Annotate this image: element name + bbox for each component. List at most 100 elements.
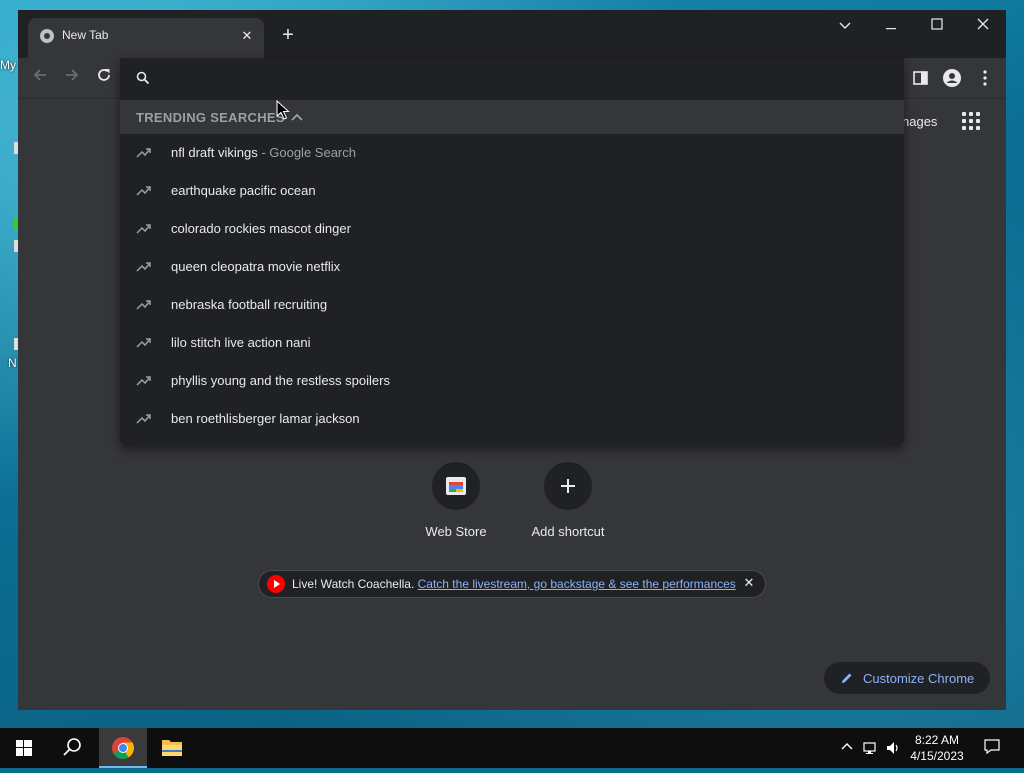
new-tab-button[interactable]: + xyxy=(276,24,300,48)
promo-text: Live! Watch Coachella. Catch the livestr… xyxy=(292,577,736,591)
suggestion-query: queen cleopatra movie netflix xyxy=(171,259,341,274)
youtube-icon xyxy=(267,575,285,593)
trending-searches-header[interactable]: TRENDING SEARCHES xyxy=(120,100,904,134)
profile-button[interactable] xyxy=(938,64,966,92)
suggestion-query: nebraska football recruiting xyxy=(171,297,328,312)
trending-icon xyxy=(136,338,151,348)
search-button[interactable] xyxy=(48,728,96,768)
trending-icon xyxy=(136,300,151,310)
suggestion-item[interactable]: phyllis young and the restless spoilers xyxy=(120,362,904,400)
promo-close-icon[interactable]: ✕ xyxy=(741,575,757,591)
shortcut-label: Add shortcut xyxy=(531,524,605,539)
trending-icon xyxy=(136,262,151,272)
side-panel-icon xyxy=(913,71,928,85)
tab-strip: New Tab ✕ + xyxy=(18,10,1006,58)
side-panel-button[interactable] xyxy=(906,64,934,92)
suggestion-query: ben roethlisberger lamar jackson xyxy=(171,411,360,426)
trending-icon xyxy=(136,414,151,424)
suggestion-text: ben roethlisberger lamar jackson xyxy=(171,411,360,426)
customize-chrome-label: Customize Chrome xyxy=(863,671,975,686)
folder-icon xyxy=(162,740,182,756)
suggestion-text: colorado rockies mascot dinger xyxy=(171,221,351,236)
images-link[interactable]: nages xyxy=(902,114,937,129)
trending-searches-label: TRENDING SEARCHES xyxy=(136,110,285,125)
suggestion-query: phyllis young and the restless spoilers xyxy=(171,373,390,388)
suggestion-item[interactable]: nfl draft vikings - Google Search xyxy=(120,134,904,172)
more-vertical-icon xyxy=(983,70,987,86)
suggestion-item[interactable]: earthquake pacific ocean xyxy=(120,172,904,210)
search-icon xyxy=(63,738,81,756)
suggestion-query: nfl draft vikings xyxy=(171,145,258,160)
arrow-right-icon xyxy=(66,69,79,81)
suggestion-query: earthquake pacific ocean xyxy=(171,183,316,198)
taskbar-clock[interactable]: 8:22 AM 4/15/2023 xyxy=(904,732,970,764)
trending-icon xyxy=(136,224,151,234)
suggestion-text: queen cleopatra movie netflix xyxy=(171,259,340,274)
suggestion-text: nfl draft vikings - Google Search xyxy=(171,145,356,160)
maximize-icon xyxy=(931,18,943,30)
desktop-icon-label[interactable]: N xyxy=(8,356,17,370)
chrome-icon xyxy=(112,737,134,759)
chevron-down-icon xyxy=(839,22,851,29)
search-icon xyxy=(136,71,150,85)
promo-prefix: Live! Watch Coachella. xyxy=(292,577,415,591)
suggestion-item[interactable]: colorado rockies mascot dinger xyxy=(120,210,904,248)
suggestion-text: earthquake pacific ocean xyxy=(171,183,316,198)
minimize-button[interactable] xyxy=(868,10,914,40)
notification-icon[interactable] xyxy=(983,738,1000,755)
omnibox-input[interactable] xyxy=(164,66,868,92)
chrome-window: New Tab ✕ + nages Web Store Add shortcut… xyxy=(18,10,1006,710)
mouse-cursor-icon xyxy=(276,100,290,120)
close-icon xyxy=(977,18,989,30)
suggestion-text: nebraska football recruiting xyxy=(171,297,327,312)
tab-search-button[interactable] xyxy=(822,10,868,40)
windows-icon xyxy=(16,740,32,756)
clock-date: 4/15/2023 xyxy=(910,749,964,763)
suggestion-query: lilo stitch live action nani xyxy=(171,335,311,350)
suggestion-item[interactable]: queen cleopatra movie netflix xyxy=(120,248,904,286)
suggestion-item[interactable]: ben roethlisberger lamar jackson xyxy=(120,400,904,438)
taskbar: 8:22 AM 4/15/2023 xyxy=(0,728,1024,768)
customize-chrome-button[interactable]: Customize Chrome xyxy=(824,662,990,694)
web-store-icon xyxy=(446,477,466,495)
trending-icon xyxy=(136,376,151,386)
start-button[interactable] xyxy=(0,728,48,768)
google-apps-icon[interactable] xyxy=(962,112,982,132)
shortcut-tile xyxy=(544,462,592,510)
plus-icon xyxy=(561,479,575,493)
suggestion-query: colorado rockies mascot dinger xyxy=(171,221,351,236)
trending-icon xyxy=(136,186,151,196)
tab-close-icon[interactable]: ✕ xyxy=(238,27,256,45)
minimize-icon xyxy=(886,28,896,30)
suggestion-item[interactable]: nebraska football recruiting xyxy=(120,286,904,324)
pencil-icon xyxy=(842,673,852,683)
chevron-up-icon[interactable] xyxy=(840,740,856,756)
shortcut-tile xyxy=(432,462,480,510)
add-shortcut-button[interactable]: Add shortcut xyxy=(518,462,618,539)
taskbar-chrome[interactable] xyxy=(99,728,147,768)
network-icon[interactable] xyxy=(863,740,879,756)
maximize-button[interactable] xyxy=(914,10,960,40)
reload-button[interactable] xyxy=(90,64,118,92)
shortcut-label: Web Store xyxy=(425,524,487,539)
omnibox-dropdown: TRENDING SEARCHES nfl draft vikings - Go… xyxy=(120,58,904,446)
suggestion-item[interactable]: lilo stitch live action nani xyxy=(120,324,904,362)
desktop-icon-label[interactable]: My xyxy=(0,58,16,72)
tab-title: New Tab xyxy=(62,28,109,42)
suggestion-suffix: - Google Search xyxy=(257,145,356,160)
back-button[interactable] xyxy=(26,64,54,92)
promo-link[interactable]: Catch the livestream, go backstage & see… xyxy=(418,577,736,591)
promo-banner: Live! Watch Coachella. Catch the livestr… xyxy=(258,570,766,598)
tab-new-tab[interactable]: New Tab ✕ xyxy=(28,18,264,58)
clock-time: 8:22 AM xyxy=(914,733,960,747)
forward-button[interactable] xyxy=(58,64,86,92)
shortcut-web-store[interactable]: Web Store xyxy=(406,462,506,539)
volume-icon[interactable] xyxy=(885,740,901,756)
omnibox[interactable] xyxy=(120,58,904,98)
close-window-button[interactable] xyxy=(960,10,1006,40)
taskbar-file-explorer[interactable] xyxy=(148,728,196,768)
trending-icon xyxy=(136,148,151,158)
menu-button[interactable] xyxy=(971,64,999,92)
suggestion-text: phyllis young and the restless spoilers xyxy=(171,373,390,388)
chevron-up-icon[interactable] xyxy=(290,110,304,124)
